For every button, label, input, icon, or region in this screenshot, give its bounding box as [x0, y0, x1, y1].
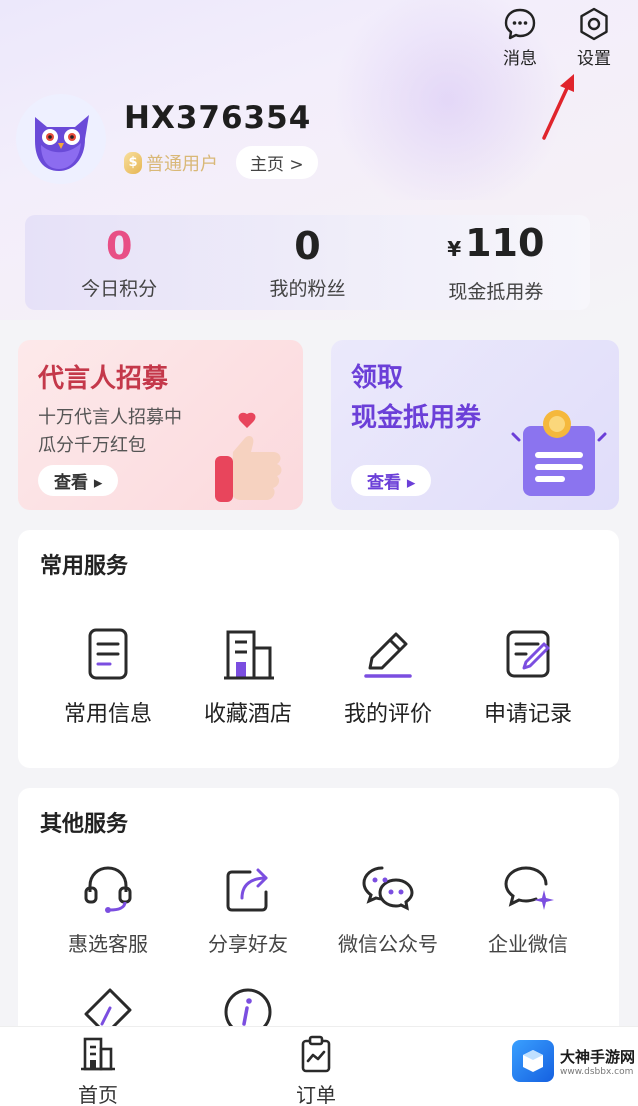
service-favorite-hotels[interactable]: 收藏酒店: [178, 626, 318, 728]
promo-right-view-button[interactable]: 查看 ▸: [351, 465, 432, 496]
owl-avatar-icon: [35, 115, 89, 171]
service-my-reviews[interactable]: 我的评价: [318, 626, 458, 728]
tab-orders[interactable]: 订单: [296, 1035, 336, 1106]
service-share-friends-label: 分享好友: [208, 932, 288, 956]
voucher-value-wrap: ¥110: [447, 221, 544, 271]
username: HX376354: [124, 100, 312, 136]
service-application-records-label: 申请记录: [483, 702, 572, 727]
service-wechat-official-label: 微信公众号: [338, 932, 438, 956]
service-share-friends[interactable]: 分享好友: [178, 860, 318, 957]
order-clipboard-icon: [301, 1035, 331, 1073]
service-common-info[interactable]: 常用信息: [38, 626, 178, 728]
spokesperson-promo-card[interactable]: 代言人招募 十万代言人招募中 瓜分千万红包 查看 ▸: [18, 340, 303, 510]
voucher-card-icon: [511, 410, 607, 496]
profile-section: HX376354 $ 普通用户 主页 >: [16, 94, 318, 184]
voucher-label: 现金抵用券: [448, 281, 544, 303]
other-services-card: 其他服务 惠选客服 分享好友 微信公众号 企业微信: [18, 788, 619, 1048]
stats-bar: 0 今日积分 0 我的粉丝 ¥110 现金抵用券: [25, 215, 590, 310]
common-services-title: 常用服务: [40, 554, 129, 579]
avatar[interactable]: [16, 94, 106, 184]
currency-symbol: ¥: [447, 237, 462, 261]
tab-orders-label: 订单: [296, 1083, 336, 1106]
service-common-info-label: 常用信息: [63, 702, 152, 727]
points-value: 0: [105, 224, 133, 268]
member-level-label: 普通用户: [146, 153, 218, 175]
service-favorite-hotels-label: 收藏酒店: [203, 702, 292, 727]
voucher-value: 110: [465, 221, 545, 265]
fans-label: 我的粉丝: [269, 278, 346, 300]
watermark-title: 大神手游网: [560, 1047, 636, 1066]
fans-value: 0: [294, 224, 321, 268]
site-watermark: 大神手游网 www.dsbbx.com: [512, 1040, 635, 1082]
headset-icon: [84, 866, 132, 913]
promo-left-view-button[interactable]: 查看 ▸: [38, 465, 119, 496]
promo-left-subtitle-line1: 十万代言人招募中: [38, 407, 182, 428]
promo-left-subtitle: 十万代言人招募中 瓜分千万红包: [38, 404, 182, 460]
points-label: 今日积分: [81, 278, 158, 300]
edit-note-icon: [506, 630, 550, 678]
messages-label: 消息: [503, 49, 537, 69]
service-wechat-official[interactable]: 微信公众号: [318, 860, 458, 957]
message-icon: [504, 8, 536, 40]
promo-right-title: 领取 现金抵用券: [351, 358, 481, 438]
settings-label: 设置: [577, 49, 611, 69]
promo-right-title-line1: 领取: [351, 363, 404, 393]
service-my-reviews-label: 我的评价: [343, 702, 432, 727]
service-work-wechat[interactable]: 企业微信: [458, 860, 598, 957]
settings-button[interactable]: 设置: [568, 6, 620, 69]
wechat-icon: [362, 866, 414, 911]
work-wechat-icon: [504, 866, 554, 910]
share-icon: [226, 868, 268, 912]
stat-vouchers[interactable]: ¥110 现金抵用券: [402, 215, 590, 310]
building-icon: [224, 630, 274, 680]
service-customer-support[interactable]: 惠选客服: [38, 860, 178, 957]
service-customer-support-label: 惠选客服: [68, 932, 148, 956]
messages-button[interactable]: 消息: [494, 6, 546, 69]
service-application-records[interactable]: 申请记录: [458, 626, 598, 728]
service-work-wechat-label: 企业微信: [488, 932, 568, 956]
coin-icon: $: [124, 151, 142, 174]
watermark-subtitle: www.dsbbx.com: [560, 1066, 634, 1077]
common-services-card: 常用服务 常用信息 收藏酒店 我的评价 申请记录: [18, 530, 619, 768]
gear-icon: [580, 7, 608, 41]
home-building-icon: [81, 1037, 115, 1071]
promo-left-subtitle-line2: 瓜分千万红包: [38, 435, 146, 456]
watermark-logo-icon: [512, 1040, 554, 1082]
stat-points[interactable]: 0 今日积分: [25, 215, 213, 310]
promo-left-title: 代言人招募: [38, 364, 169, 394]
home-page-button[interactable]: 主页 >: [236, 146, 318, 179]
member-level-badge: $ 普通用户: [124, 150, 218, 176]
top-actions: 消息 设置: [494, 6, 620, 69]
tab-home-label: 首页: [78, 1083, 118, 1106]
tab-home[interactable]: 首页: [78, 1035, 118, 1106]
voucher-promo-card[interactable]: 领取 现金抵用券 查看 ▸: [331, 340, 619, 510]
annotation-arrow: [542, 74, 574, 140]
document-icon: [88, 628, 128, 680]
pencil-icon: [364, 632, 412, 678]
stat-fans[interactable]: 0 我的粉丝: [213, 215, 401, 310]
other-services-title: 其他服务: [40, 812, 129, 837]
thumbs-up-heart-icon: [215, 412, 282, 502]
promo-right-title-line2: 现金抵用券: [351, 403, 482, 433]
